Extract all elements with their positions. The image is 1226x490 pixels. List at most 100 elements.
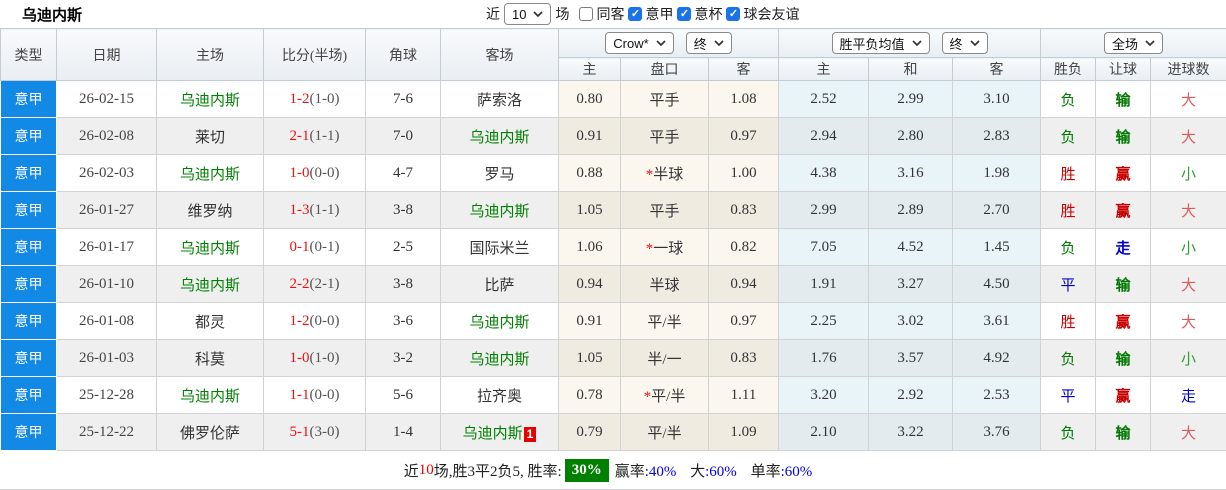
- result-cell: 胜: [1041, 303, 1096, 340]
- corner-cell: 2-5: [366, 229, 441, 266]
- result-cell: 负: [1041, 340, 1096, 377]
- col-header-away: 客场: [441, 29, 559, 81]
- odds-company-value: Crow*: [613, 36, 648, 51]
- checkbox[interactable]: ✓: [628, 7, 642, 21]
- corner-cell: 7-0: [366, 118, 441, 155]
- league-filter[interactable]: ✓同客: [579, 4, 624, 24]
- avg-away-odds-cell: 3.61: [953, 303, 1041, 340]
- avg-draw-odds-cell: 4.52: [869, 229, 953, 266]
- handicap-line-cell: 半/一: [621, 340, 709, 377]
- recent-count-select[interactable]: 10: [504, 3, 551, 25]
- league-filter[interactable]: ✓球会友谊: [726, 4, 799, 24]
- away-team-cell: 萨索洛: [441, 81, 559, 118]
- avg-home-odds-cell: 2.25: [779, 303, 869, 340]
- letball-result-cell: 输: [1096, 414, 1151, 451]
- date-cell: 26-02-15: [57, 81, 157, 118]
- avg-stage-value: 终: [950, 34, 963, 53]
- handicap-home-odds-cell: 0.80: [559, 81, 621, 118]
- corner-cell: 7-6: [366, 81, 441, 118]
- avg-draw-odds-cell: 2.80: [869, 118, 953, 155]
- league-cell: 意甲: [1, 266, 57, 303]
- goals-result-cell: 大: [1151, 81, 1226, 118]
- rank-badge: 1: [524, 427, 537, 442]
- goals-result-cell: 大: [1151, 266, 1226, 303]
- away-team-cell: 比萨: [441, 266, 559, 303]
- recent-label: 近: [486, 4, 500, 24]
- col-header-odds-away: 客: [709, 58, 779, 81]
- handicap-home-odds-cell: 0.94: [559, 266, 621, 303]
- home-team-cell: 科莫: [157, 340, 264, 377]
- league-filter[interactable]: ✓意杯: [677, 4, 722, 24]
- goals-result-cell: 大: [1151, 118, 1226, 155]
- recent-count-value: 10: [512, 7, 526, 22]
- win-rate-badge: 30%: [565, 459, 609, 482]
- home-team-cell: 乌迪内斯: [157, 155, 264, 192]
- score-cell: 2-1(1-1): [264, 118, 366, 155]
- goals-result-cell: 小: [1151, 155, 1226, 192]
- home-team-cell: 佛罗伦萨: [157, 414, 264, 451]
- footer-stat: 赢率:40%: [615, 464, 677, 480]
- chevron-down-icon: [714, 40, 724, 46]
- match-row: 意甲 26-01-10 乌迪内斯 2-2(2-1) 3-8 比萨 0.94 半球…: [1, 266, 1226, 303]
- home-team-cell: 乌迪内斯: [157, 377, 264, 414]
- footer-record-text: 场,胜3平2负5, 胜率:: [434, 460, 562, 481]
- col-header-odds-home: 主: [559, 58, 621, 81]
- avg-home-odds-cell: 2.10: [779, 414, 869, 451]
- result-cell: 平: [1041, 377, 1096, 414]
- result-cell: 胜: [1041, 192, 1096, 229]
- filter-group: ✓同客✓意甲✓意杯✓球会友谊: [579, 4, 800, 24]
- handicap-home-odds-cell: 1.05: [559, 192, 621, 229]
- footer-match-count: 10: [419, 462, 434, 479]
- avg-odds-select[interactable]: 胜平负均值: [832, 32, 930, 54]
- handicap-home-odds-cell: 0.91: [559, 118, 621, 155]
- checkbox[interactable]: ✓: [726, 7, 740, 21]
- handicap-away-odds-cell: 0.94: [709, 266, 779, 303]
- avg-home-odds-cell: 7.05: [779, 229, 869, 266]
- avg-draw-odds-cell: 3.57: [869, 340, 953, 377]
- avg-home-odds-cell: 2.94: [779, 118, 869, 155]
- away-team-cell: 乌迪内斯: [441, 118, 559, 155]
- handicap-away-odds-cell: 1.09: [709, 414, 779, 451]
- score-cell: 1-3(1-1): [264, 192, 366, 229]
- chevron-down-icon: [656, 40, 666, 46]
- avg-draw-odds-cell: 3.16: [869, 155, 953, 192]
- date-cell: 26-01-10: [57, 266, 157, 303]
- letball-result-cell: 输: [1096, 266, 1151, 303]
- handicap-line-cell: 半球: [621, 266, 709, 303]
- away-team-cell: 乌迪内斯: [441, 192, 559, 229]
- checkbox[interactable]: ✓: [677, 7, 691, 21]
- avg-stage-select[interactable]: 终: [942, 32, 988, 54]
- scope-select[interactable]: 全场: [1104, 32, 1163, 54]
- handicap-home-odds-cell: 0.78: [559, 377, 621, 414]
- checkbox[interactable]: ✓: [579, 7, 593, 21]
- goals-result-cell: 小: [1151, 340, 1226, 377]
- match-row: 意甲 26-02-03 乌迪内斯 1-0(0-0) 4-7 罗马 0.88 *半…: [1, 155, 1226, 192]
- odds-company-select[interactable]: Crow*: [605, 32, 673, 54]
- letball-result-cell: 赢: [1096, 155, 1151, 192]
- chevron-down-icon: [912, 40, 922, 46]
- corner-cell: 3-2: [366, 340, 441, 377]
- match-row: 意甲 26-01-17 乌迪内斯 0-1(0-1) 2-5 国际米兰 1.06 …: [1, 229, 1226, 266]
- col-header-avg-home: 主: [779, 58, 869, 81]
- score-cell: 1-2(1-0): [264, 81, 366, 118]
- league-filter[interactable]: ✓意甲: [628, 4, 673, 24]
- footer-stat: 大:60%: [686, 464, 736, 480]
- avg-away-odds-cell: 3.10: [953, 81, 1041, 118]
- goals-result-cell: 大: [1151, 192, 1226, 229]
- away-team-cell: 罗马: [441, 155, 559, 192]
- result-cell: 负: [1041, 229, 1096, 266]
- footer-stats: 赢率:40% 大:60% 单率:60%: [615, 460, 823, 481]
- handicap-home-odds-cell: 0.79: [559, 414, 621, 451]
- odds-stage-select[interactable]: 终: [686, 32, 732, 54]
- goals-result-cell: 大: [1151, 303, 1226, 340]
- match-row: 意甲 26-02-15 乌迪内斯 1-2(1-0) 7-6 萨索洛 0.80 平…: [1, 81, 1226, 118]
- corner-cell: 5-6: [366, 377, 441, 414]
- avg-home-odds-cell: 2.52: [779, 81, 869, 118]
- avg-away-odds-cell: 1.45: [953, 229, 1041, 266]
- summary-footer: 近10场,胜3平2负5, 胜率: 30% 赢率:40% 大:60% 单率:60%: [0, 451, 1226, 490]
- result-cell: 胜: [1041, 155, 1096, 192]
- handicap-away-odds-cell: 1.11: [709, 377, 779, 414]
- league-cell: 意甲: [1, 155, 57, 192]
- home-team-cell: 乌迪内斯: [157, 229, 264, 266]
- corner-cell: 3-8: [366, 266, 441, 303]
